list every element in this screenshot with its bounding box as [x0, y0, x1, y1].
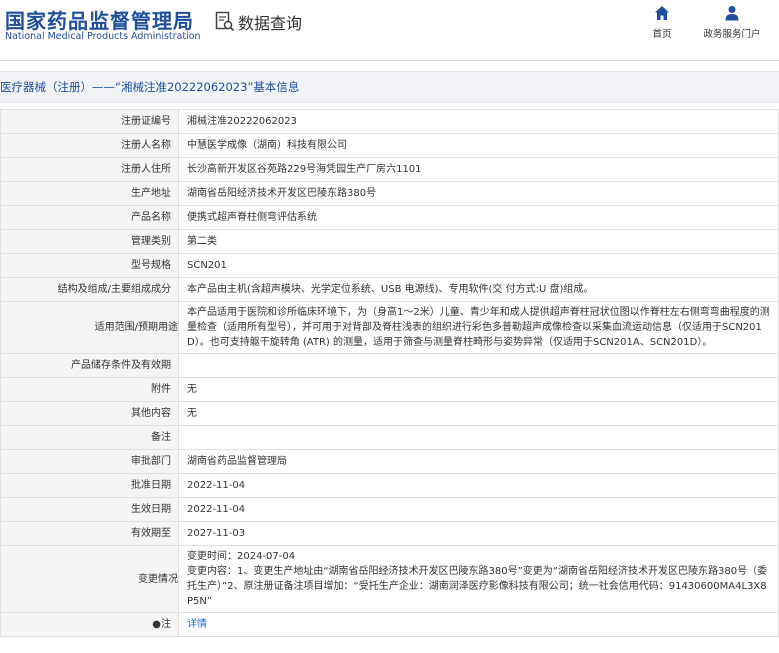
table-row: 型号规格 SCN201 — [0, 253, 779, 278]
table-row: 产品储存条件及有效期 — [0, 353, 779, 378]
row-label: 注册人住所 — [0, 157, 179, 182]
home-icon — [655, 6, 669, 20]
logo-cn[interactable]: 国家药品监督管理局 — [5, 5, 194, 34]
table-row: 适用范围/预期用途 本产品适用于医院和诊所临床环境下，为（身高1～2米）儿童、青少… — [0, 301, 779, 354]
table-row: 生产地址 湖南省岳阳经济技术开发区巴陵东路380号 — [0, 181, 779, 206]
row-value — [178, 425, 779, 450]
row-label: 变更情况 — [0, 545, 179, 613]
table-row: 产品名称 便携式超声脊柱侧弯评估系统 — [0, 205, 779, 230]
nav-home[interactable]: 首页 — [650, 4, 674, 40]
row-label: 生效日期 — [0, 497, 179, 522]
note-label: ●注 — [0, 612, 179, 637]
table-row: 注册人住所 长沙高新开发区谷苑路229号海凭园生产厂房六1101 — [0, 157, 779, 182]
nav-service-label: 政务服务门户 — [703, 29, 761, 40]
row-value: 2027-11-03 — [178, 521, 779, 546]
row-label: 产品储存条件及有效期 — [0, 353, 179, 378]
row-label: 备注 — [0, 425, 179, 450]
row-value: 湖南省岳阳经济技术开发区巴陵东路380号 — [178, 181, 779, 206]
table-row: 批准日期 2022-11-04 — [0, 473, 779, 498]
row-label: 结构及组成/主要组成成分 — [0, 277, 179, 302]
table-row: 注册证编号 湘械注准20222062023 — [0, 109, 779, 134]
table-row-note: ●注 详情 — [0, 612, 779, 637]
row-value: 第二类 — [178, 229, 779, 254]
site-header: 国家药品监督管理局 National Medical Products Admi… — [0, 0, 779, 61]
document-search-icon — [215, 11, 235, 32]
row-label: 产品名称 — [0, 205, 179, 230]
table-row: 审批部门 湖南省药品监督管理局 — [0, 449, 779, 474]
row-value: 本产品适用于医院和诊所临床环境下，为（身高1～2米）儿童、青少年和成人提供超声脊… — [178, 301, 779, 354]
row-value: 长沙高新开发区谷苑路229号海凭园生产厂房六1101 — [178, 157, 779, 182]
row-label: 注册人名称 — [0, 133, 179, 158]
row-label: 生产地址 — [0, 181, 179, 206]
breadcrumb: 医疗器械（注册）——“湘械注准20222062023”基本信息 — [0, 71, 779, 103]
row-value: 湘械注准20222062023 — [178, 109, 779, 134]
registration-info-table: 注册证编号 湘械注准20222062023 注册人名称 中慧医学成像（湖南）科技有限… — [0, 109, 779, 637]
row-value: 2022-11-04 — [178, 497, 779, 522]
table-row: 有效期至 2027-11-03 — [0, 521, 779, 546]
row-label: 审批部门 — [0, 449, 179, 474]
row-label: 型号规格 — [0, 253, 179, 278]
change-time: 变更时间：2024-07-04 — [187, 551, 296, 562]
logo-en[interactable]: National Medical Products Administration — [5, 31, 201, 42]
row-value: 无 — [178, 377, 779, 402]
row-label: 批准日期 — [0, 473, 179, 498]
row-label: 注册证编号 — [0, 109, 179, 134]
row-value: 便携式超声脊柱侧弯评估系统 — [178, 205, 779, 230]
table-row: 备注 — [0, 425, 779, 450]
note-value: 详情 — [178, 612, 779, 637]
row-value: 中慧医学成像（湖南）科技有限公司 — [178, 133, 779, 158]
breadcrumb-text: 医疗器械（注册）——“湘械注准20222062023”基本信息 — [0, 80, 300, 94]
row-label: 有效期至 — [0, 521, 179, 546]
change-value: 变更时间：2024-07-04 变更内容：1、变更生产地址由“湖南省岳阳经济技术… — [178, 545, 779, 613]
data-query-label: 数据查询 — [238, 14, 303, 33]
user-icon — [725, 6, 739, 21]
row-label: 其他内容 — [0, 401, 179, 426]
row-value: SCN201 — [178, 253, 779, 278]
row-value — [178, 353, 779, 378]
data-query-title: 数据查询 — [215, 10, 302, 34]
change-content: 变更内容：1、变更生产地址由“湖南省岳阳经济技术开发区巴陵东路380号”变更为“… — [187, 566, 768, 607]
nav-home-label: 首页 — [652, 29, 672, 40]
row-label: 适用范围/预期用途 — [0, 301, 179, 354]
row-value: 湖南省药品监督管理局 — [178, 449, 779, 474]
row-value: 2022-11-04 — [178, 473, 779, 498]
table-row: 其他内容无 — [0, 401, 779, 426]
details-link[interactable]: 详情 — [187, 619, 207, 630]
row-value: 无 — [178, 401, 779, 426]
row-value: 本产品由主机(含超声模块、光学定位系统、USB 电源线)、专用软件(交 付方式:… — [178, 277, 779, 302]
table-row: 注册人名称 中慧医学成像（湖南）科技有限公司 — [0, 133, 779, 158]
nav-service-portal[interactable]: 政务服务门户 — [700, 4, 764, 40]
table-row: 管理类别 第二类 — [0, 229, 779, 254]
table-row: 附件无 — [0, 377, 779, 402]
table-row-change: 变更情况 变更时间：2024-07-04 变更内容：1、变更生产地址由“湖南省岳… — [0, 545, 779, 613]
table-row: 结构及组成/主要组成成分 本产品由主机(含超声模块、光学定位系统、USB 电源线)… — [0, 277, 779, 302]
row-label: 管理类别 — [0, 229, 179, 254]
row-label: 附件 — [0, 377, 179, 402]
table-row: 生效日期 2022-11-04 — [0, 497, 779, 522]
